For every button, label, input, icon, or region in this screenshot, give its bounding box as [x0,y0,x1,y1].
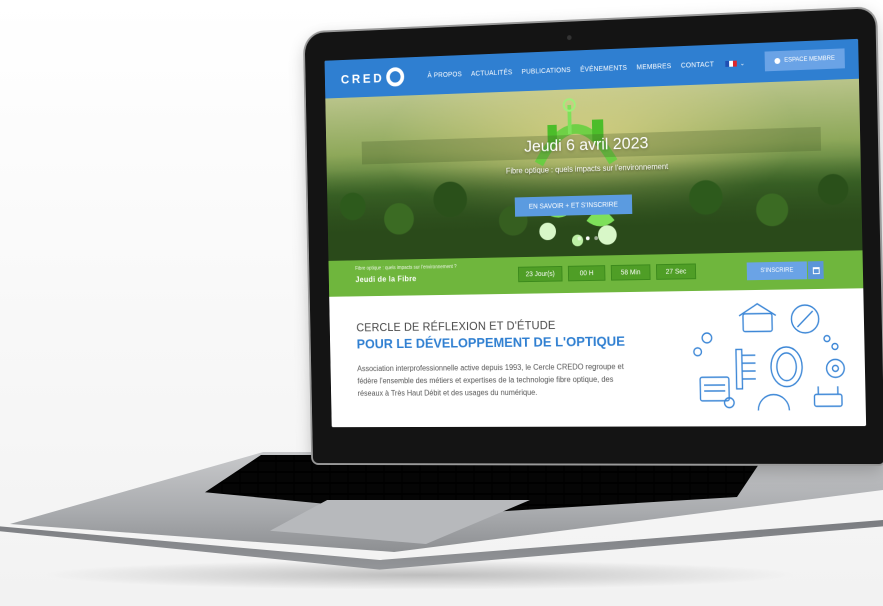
countdown-hours: 00 H [567,265,606,282]
logo-text: CRED [340,70,385,87]
slider-dot-3[interactable] [594,236,599,241]
menu-item-actualites[interactable]: ACTUALITÉS [471,69,512,77]
learn-more-register-button[interactable]: EN SAVOIR + ET S'INSCRIRE [514,194,633,217]
credo-logo[interactable]: CRED [341,67,405,88]
main-menu: À PROPOS ACTUALITÉS PUBLICATIONS ÉVÉNEME… [427,61,714,79]
countdown-event-name: Jeudi de la Fibre [355,274,417,285]
calendar-button[interactable] [807,261,824,280]
countdown-event-topic: Fibre optique : quels impacts sur l'envi… [355,264,457,272]
camera-icon [566,35,572,41]
menu-item-publications[interactable]: PUBLICATIONS [522,67,571,76]
fiber-network-illustration [689,298,856,426]
calendar-icon [812,266,820,274]
menu-item-membres[interactable]: MEMBRES [636,63,671,71]
laptop-screen: CRED À PROPOS ACTUALITÉS PUBLICATIONS ÉV… [324,38,867,428]
slider-dot-1[interactable] [577,236,582,241]
flag-red-stripe [733,60,738,67]
member-area-label: ESPACE MEMBRE [784,55,835,64]
countdown-minutes: 58 Min [610,264,651,281]
hero-slider: Jeudi 6 avril 2023 Fibre optique : quels… [325,78,863,261]
countdown-event-info: Fibre optique : quels impacts sur l'envi… [355,264,457,284]
menu-item-contact[interactable]: CONTACT [681,61,714,69]
intro-paragraph: Association interprofessionnelle active … [357,362,624,398]
chevron-down-icon: ⌄ [739,60,745,67]
language-selector[interactable]: ⌄ [725,60,745,68]
register-button[interactable]: S'INSCRIRE [746,261,824,281]
menu-item-a-propos[interactable]: À PROPOS [427,71,462,79]
register-label: S'INSCRIRE [746,261,808,281]
logo-ring-icon [385,67,405,87]
laptop-lid: CRED À PROPOS ACTUALITÉS PUBLICATIONS ÉV… [304,8,883,465]
menu-item-evenements[interactable]: ÉVÉNEMENTS [580,64,627,73]
countdown-seconds: 27 Sec [655,263,697,280]
user-icon [774,57,781,65]
member-area-button[interactable]: ESPACE MEMBRE [764,48,845,72]
intro-section: CERCLE DE RÉFLEXION ET D'ÉTUDE POUR LE D… [329,288,867,428]
slider-dot-2[interactable] [585,236,590,241]
countdown-days: 23 Jour(s) [517,265,563,283]
